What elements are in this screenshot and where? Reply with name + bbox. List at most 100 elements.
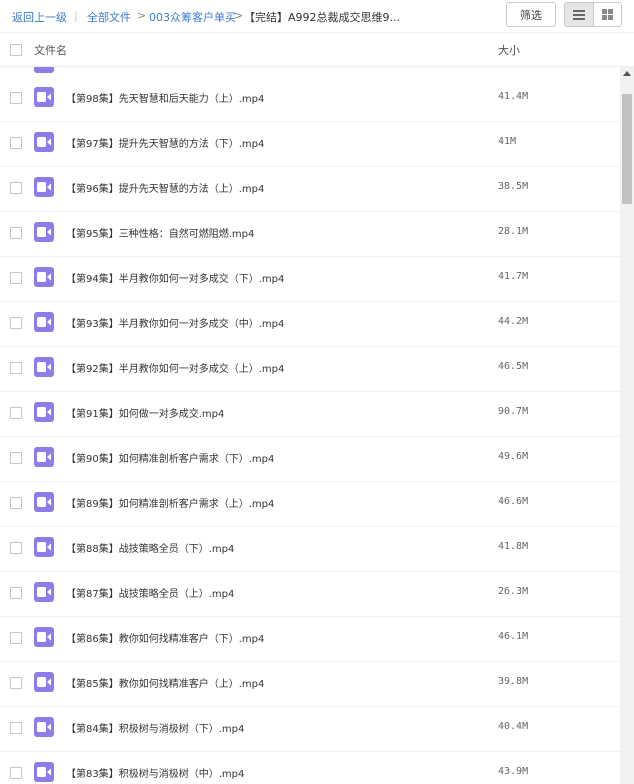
file-name[interactable]: 【第94集】半月教你如何一对多成交（下）.mp4: [66, 270, 284, 285]
file-checkbox[interactable]: [10, 767, 22, 779]
video-file-icon: [34, 672, 54, 692]
scrollbar[interactable]: [620, 67, 634, 784]
file-row[interactable]: 【第97集】提升先天智慧的方法（下）.mp4 41M: [0, 122, 620, 167]
list-view-icon: [572, 9, 585, 20]
file-name[interactable]: 【第96集】提升先天智慧的方法（上）.mp4: [66, 180, 264, 195]
video-file-icon: [34, 312, 54, 332]
file-size: 43.9M: [498, 766, 529, 777]
file-size: 41M: [498, 136, 517, 147]
file-list: 【第98集】先天智慧和后天能力（上）.mp4 41.4M 【第97集】提升先天智慧的…: [0, 67, 620, 784]
file-checkbox[interactable]: [10, 407, 22, 419]
file-size: 46.6M: [498, 496, 529, 507]
file-checkbox[interactable]: [10, 587, 22, 599]
file-row[interactable]: 【第88集】战技策略全员（下）.mp4 41.8M: [0, 527, 620, 572]
file-checkbox[interactable]: [10, 317, 22, 329]
file-size: 40.4M: [498, 721, 529, 732]
grid-view-button[interactable]: [592, 3, 621, 26]
video-file-icon: [34, 627, 54, 647]
file-name[interactable]: 【第89集】如何精准剖析客户需求（上）.mp4: [66, 495, 274, 510]
file-name[interactable]: 【第93集】半月教你如何一对多成交（中）.mp4: [66, 315, 284, 330]
file-checkbox[interactable]: [10, 722, 22, 734]
column-header-name[interactable]: 文件名: [34, 42, 67, 58]
video-file-icon: [34, 132, 54, 152]
file-size: 39.8M: [498, 676, 529, 687]
file-checkbox[interactable]: [10, 542, 22, 554]
file-size: 38.5M: [498, 181, 529, 192]
file-row[interactable]: 【第83集】积极树与消极树（中）.mp4 43.9M: [0, 752, 620, 784]
video-file-icon: [34, 717, 54, 737]
file-size: 44.2M: [498, 316, 529, 327]
file-size: 49.6M: [498, 451, 529, 462]
file-size: 41.4M: [498, 91, 529, 102]
file-size: 41.7M: [498, 271, 529, 282]
file-name[interactable]: 【第98集】先天智慧和后天能力（上）.mp4: [66, 90, 264, 105]
file-row[interactable]: 【第89集】如何精准剖析客户需求（上）.mp4 46.6M: [0, 482, 620, 527]
file-name[interactable]: 【第87集】战技策略全员（上）.mp4: [66, 585, 234, 600]
file-size: 90.7M: [498, 406, 529, 417]
file-row[interactable]: 【第94集】半月教你如何一对多成交（下）.mp4 41.7M: [0, 257, 620, 302]
breadcrumb-folder[interactable]: 003众筹客户单买: [149, 9, 236, 25]
file-row[interactable]: 【第95集】三种性格：自然可燃阻燃.mp4 28.1M: [0, 212, 620, 257]
breadcrumb-separator: |: [74, 9, 78, 22]
file-row[interactable]: 【第91集】如何做一对多成交.mp4 90.7M: [0, 392, 620, 437]
file-row[interactable]: 【第93集】半月教你如何一对多成交（中）.mp4 44.2M: [0, 302, 620, 347]
video-file-icon: [34, 402, 54, 422]
file-size: 26.3M: [498, 586, 529, 597]
video-file-icon: [34, 87, 54, 107]
file-name[interactable]: 【第97集】提升先天智慧的方法（下）.mp4: [66, 135, 264, 150]
filter-button[interactable]: 筛选: [506, 2, 556, 27]
list-view-button[interactable]: [565, 3, 593, 26]
file-checkbox[interactable]: [10, 227, 22, 239]
file-name[interactable]: 【第92集】半月教你如何一对多成交（上）.mp4: [66, 360, 284, 375]
file-row[interactable]: 【第86集】教你如何找精准客户（下）.mp4 46.1M: [0, 617, 620, 662]
file-name[interactable]: 【第84集】积极树与消极树（下）.mp4: [66, 720, 244, 735]
file-name[interactable]: 【第86集】教你如何找精准客户（下）.mp4: [66, 630, 264, 645]
file-name[interactable]: 【第83集】积极树与消极树（中）.mp4: [66, 765, 244, 780]
video-file-icon: [34, 222, 54, 242]
file-row[interactable]: 【第85集】教你如何找精准客户（上）.mp4 39.8M: [0, 662, 620, 707]
select-all-checkbox[interactable]: [10, 44, 22, 56]
file-checkbox[interactable]: [10, 137, 22, 149]
breadcrumb-all-files[interactable]: 全部文件: [87, 9, 131, 25]
file-name[interactable]: 【第95集】三种性格：自然可燃阻燃.mp4: [66, 225, 254, 240]
file-row[interactable]: 【第96集】提升先天智慧的方法（上）.mp4 38.5M: [0, 167, 620, 212]
breadcrumb-current: 【完结】A992总裁成交思维9...: [244, 11, 401, 24]
video-file-icon: [34, 267, 54, 287]
file-row[interactable]: 【第98集】先天智慧和后天能力（上）.mp4 41.4M: [0, 77, 620, 122]
file-row[interactable]: 【第90集】如何精准剖析客户需求（下）.mp4 49.6M: [0, 437, 620, 482]
file-size: 46.5M: [498, 361, 529, 372]
file-checkbox[interactable]: [10, 272, 22, 284]
top-toolbar: 返回上一级 | 全部文件 > 003众筹客户单买 > 【完结】A992总裁成交思…: [0, 0, 634, 33]
video-file-icon: [34, 582, 54, 602]
breadcrumb-arrow: >: [137, 9, 147, 22]
file-row[interactable]: 【第87集】战技策略全员（上）.mp4 26.3M: [0, 572, 620, 617]
grid-view-icon: [601, 9, 613, 20]
file-row[interactable]: 【第92集】半月教你如何一对多成交（上）.mp4 46.5M: [0, 347, 620, 392]
view-toggle: [564, 2, 622, 27]
file-checkbox[interactable]: [10, 677, 22, 689]
file-name[interactable]: 【第88集】战技策略全员（下）.mp4: [66, 540, 234, 555]
file-name[interactable]: 【第90集】如何精准剖析客户需求（下）.mp4: [66, 450, 274, 465]
video-file-icon: [34, 537, 54, 557]
file-size: 41.8M: [498, 541, 529, 552]
file-checkbox[interactable]: [10, 497, 22, 509]
video-file-icon: [34, 492, 54, 512]
scroll-up-arrow-icon[interactable]: [623, 71, 631, 76]
video-file-icon: [34, 177, 54, 197]
file-checkbox[interactable]: [10, 452, 22, 464]
breadcrumb-arrow: >: [234, 9, 244, 22]
file-checkbox[interactable]: [10, 92, 22, 104]
file-checkbox[interactable]: [10, 362, 22, 374]
scrollbar-thumb[interactable]: [622, 94, 632, 204]
file-size: 46.1M: [498, 631, 529, 642]
file-row[interactable]: 【第84集】积极树与消极树（下）.mp4 40.4M: [0, 707, 620, 752]
video-file-icon: [34, 762, 54, 782]
file-name[interactable]: 【第85集】教你如何找精准客户（上）.mp4: [66, 675, 264, 690]
file-checkbox[interactable]: [10, 632, 22, 644]
file-checkbox[interactable]: [10, 182, 22, 194]
video-file-icon: [34, 357, 54, 377]
back-link[interactable]: 返回上一级: [12, 9, 67, 25]
file-size: 28.1M: [498, 226, 529, 237]
column-header-size[interactable]: 大小: [498, 42, 520, 58]
file-name[interactable]: 【第91集】如何做一对多成交.mp4: [66, 405, 224, 420]
